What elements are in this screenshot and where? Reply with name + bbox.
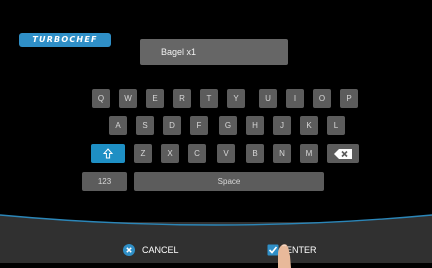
order-text-field[interactable]: Bagel x1 bbox=[140, 39, 288, 65]
cancel-button[interactable]: CANCEL bbox=[123, 243, 179, 257]
key-b[interactable]: B bbox=[246, 144, 264, 163]
key-e[interactable]: E bbox=[146, 89, 164, 108]
key-d[interactable]: D bbox=[163, 116, 181, 135]
finger-pointer-image bbox=[278, 244, 291, 268]
key-o[interactable]: O bbox=[313, 89, 331, 108]
key-f[interactable]: F bbox=[190, 116, 208, 135]
key-g[interactable]: G bbox=[219, 116, 237, 135]
shift-arrow-icon bbox=[103, 148, 113, 159]
turbochef-logo: TURBOCHEF bbox=[19, 33, 111, 47]
key-n[interactable]: N bbox=[273, 144, 291, 163]
key-m[interactable]: M bbox=[300, 144, 318, 163]
screen: TURBOCHEF Bagel x1 Q W E R T Y U I O P A… bbox=[0, 0, 432, 268]
key-k[interactable]: K bbox=[300, 116, 318, 135]
shift-key[interactable] bbox=[91, 144, 125, 163]
key-p[interactable]: P bbox=[340, 89, 358, 108]
key-j[interactable]: J bbox=[273, 116, 291, 135]
key-w[interactable]: W bbox=[119, 89, 137, 108]
key-a[interactable]: A bbox=[109, 116, 127, 135]
key-q[interactable]: Q bbox=[92, 89, 110, 108]
bottom-curve bbox=[0, 214, 432, 235]
key-y[interactable]: Y bbox=[227, 89, 245, 108]
space-key[interactable]: Space bbox=[134, 172, 324, 191]
key-z[interactable]: Z bbox=[134, 144, 152, 163]
key-v[interactable]: V bbox=[217, 144, 235, 163]
close-circle-icon bbox=[123, 244, 135, 256]
key-x[interactable]: X bbox=[161, 144, 179, 163]
key-h[interactable]: H bbox=[246, 116, 264, 135]
key-c[interactable]: C bbox=[188, 144, 206, 163]
key-s[interactable]: S bbox=[136, 116, 154, 135]
backspace-icon bbox=[334, 148, 352, 159]
cancel-label: CANCEL bbox=[142, 245, 179, 255]
key-l[interactable]: L bbox=[327, 116, 345, 135]
numbers-key[interactable]: 123 bbox=[82, 172, 127, 191]
key-u[interactable]: U bbox=[259, 89, 277, 108]
key-t[interactable]: T bbox=[200, 89, 218, 108]
backspace-key[interactable] bbox=[327, 144, 359, 163]
key-r[interactable]: R bbox=[173, 89, 191, 108]
key-i[interactable]: I bbox=[286, 89, 304, 108]
